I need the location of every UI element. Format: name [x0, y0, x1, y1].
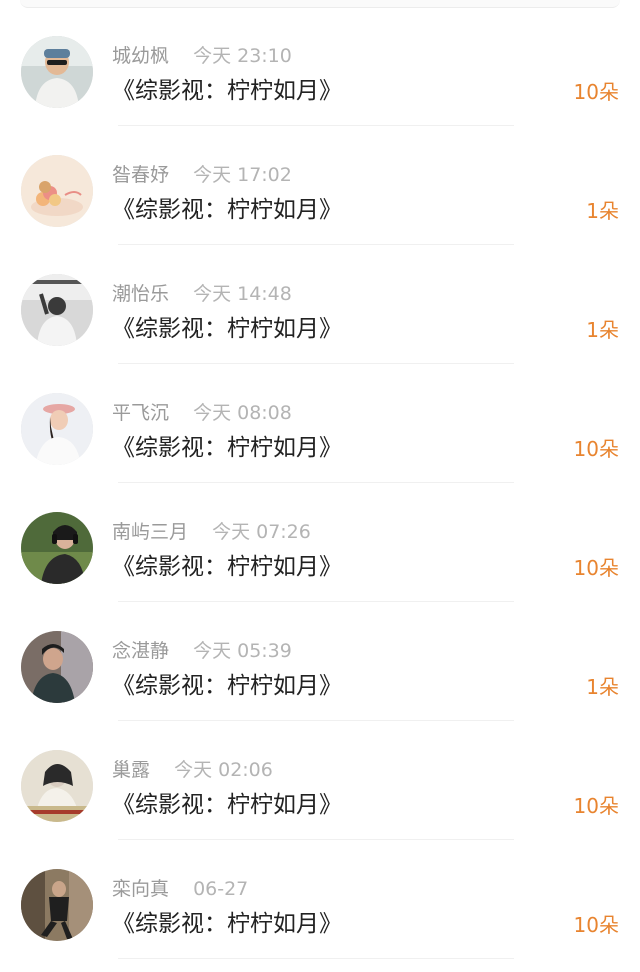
book-title[interactable]: 《综影视：柠柠如月》	[112, 789, 342, 821]
record-meta: 昝春妤 今天 17:02	[112, 162, 292, 188]
avatar-image	[21, 631, 93, 703]
avatar-image	[21, 393, 93, 465]
avatar-image	[21, 36, 93, 108]
gift-amount: 1朵	[586, 318, 619, 342]
record-time: 06-27	[193, 878, 249, 900]
list-item[interactable]: 巢露 今天 02:06 《综影视：柠柠如月》 10朵	[0, 721, 640, 840]
record-time: 今天 07:26	[212, 521, 311, 543]
user-name[interactable]: 南屿三月	[112, 521, 188, 543]
user-name[interactable]: 平飞沉	[112, 402, 169, 424]
record-time: 今天 08:08	[193, 402, 292, 424]
record-meta: 潮怡乐 今天 14:48	[112, 281, 292, 307]
list-item[interactable]: 城幼枫 今天 23:10 《综影视：柠柠如月》 10朵	[0, 7, 640, 126]
user-name[interactable]: 巢露	[112, 759, 150, 781]
book-title[interactable]: 《综影视：柠柠如月》	[112, 313, 342, 345]
record-time: 今天 05:39	[193, 640, 292, 662]
record-meta: 巢露 今天 02:06	[112, 757, 273, 783]
book-title[interactable]: 《综影视：柠柠如月》	[112, 432, 342, 464]
book-title[interactable]: 《综影视：柠柠如月》	[112, 908, 342, 940]
book-title[interactable]: 《综影视：柠柠如月》	[112, 670, 342, 702]
user-name[interactable]: 栾向真	[112, 878, 169, 900]
record-meta: 平飞沉 今天 08:08	[112, 400, 292, 426]
record-meta: 栾向真 06-27	[112, 876, 248, 902]
avatar[interactable]	[21, 36, 93, 108]
record-meta: 念湛静 今天 05:39	[112, 638, 292, 664]
avatar-image	[21, 869, 93, 941]
avatar[interactable]	[21, 631, 93, 703]
record-time: 今天 23:10	[193, 45, 292, 67]
book-title[interactable]: 《综影视：柠柠如月》	[112, 75, 342, 107]
avatar-image	[21, 155, 93, 227]
avatar[interactable]	[21, 869, 93, 941]
user-name[interactable]: 潮怡乐	[112, 283, 169, 305]
gift-amount: 10朵	[573, 794, 619, 818]
avatar[interactable]	[21, 750, 93, 822]
gift-amount: 10朵	[573, 437, 619, 461]
avatar[interactable]	[21, 512, 93, 584]
divider	[118, 958, 514, 959]
list-item[interactable]: 平飞沉 今天 08:08 《综影视：柠柠如月》 10朵	[0, 364, 640, 483]
list-item[interactable]: 潮怡乐 今天 14:48 《综影视：柠柠如月》 1朵	[0, 245, 640, 364]
avatar[interactable]	[21, 155, 93, 227]
gift-amount: 1朵	[586, 675, 619, 699]
avatar-image	[21, 512, 93, 584]
book-title[interactable]: 《综影视：柠柠如月》	[112, 194, 342, 226]
user-name[interactable]: 城幼枫	[112, 45, 169, 67]
list-item[interactable]: 南屿三月 今天 07:26 《综影视：柠柠如月》 10朵	[0, 483, 640, 602]
avatar-image	[21, 750, 93, 822]
record-time: 今天 17:02	[193, 164, 292, 186]
gift-amount: 1朵	[586, 199, 619, 223]
gift-amount: 10朵	[573, 80, 619, 104]
record-time: 今天 14:48	[193, 283, 292, 305]
avatar[interactable]	[21, 274, 93, 346]
gift-amount: 10朵	[573, 556, 619, 580]
user-name[interactable]: 念湛静	[112, 640, 169, 662]
list-item[interactable]: 昝春妤 今天 17:02 《综影视：柠柠如月》 1朵	[0, 126, 640, 245]
list-item[interactable]: 念湛静 今天 05:39 《综影视：柠柠如月》 1朵	[0, 602, 640, 721]
record-meta: 城幼枫 今天 23:10	[112, 43, 292, 69]
avatar-image	[21, 274, 93, 346]
gift-amount: 10朵	[573, 913, 619, 937]
user-name[interactable]: 昝春妤	[112, 164, 169, 186]
book-title[interactable]: 《综影视：柠柠如月》	[112, 551, 342, 583]
record-meta: 南屿三月 今天 07:26	[112, 519, 311, 545]
record-time: 今天 02:06	[174, 759, 273, 781]
list-item[interactable]: 栾向真 06-27 《综影视：柠柠如月》 10朵	[0, 840, 640, 959]
avatar[interactable]	[21, 393, 93, 465]
